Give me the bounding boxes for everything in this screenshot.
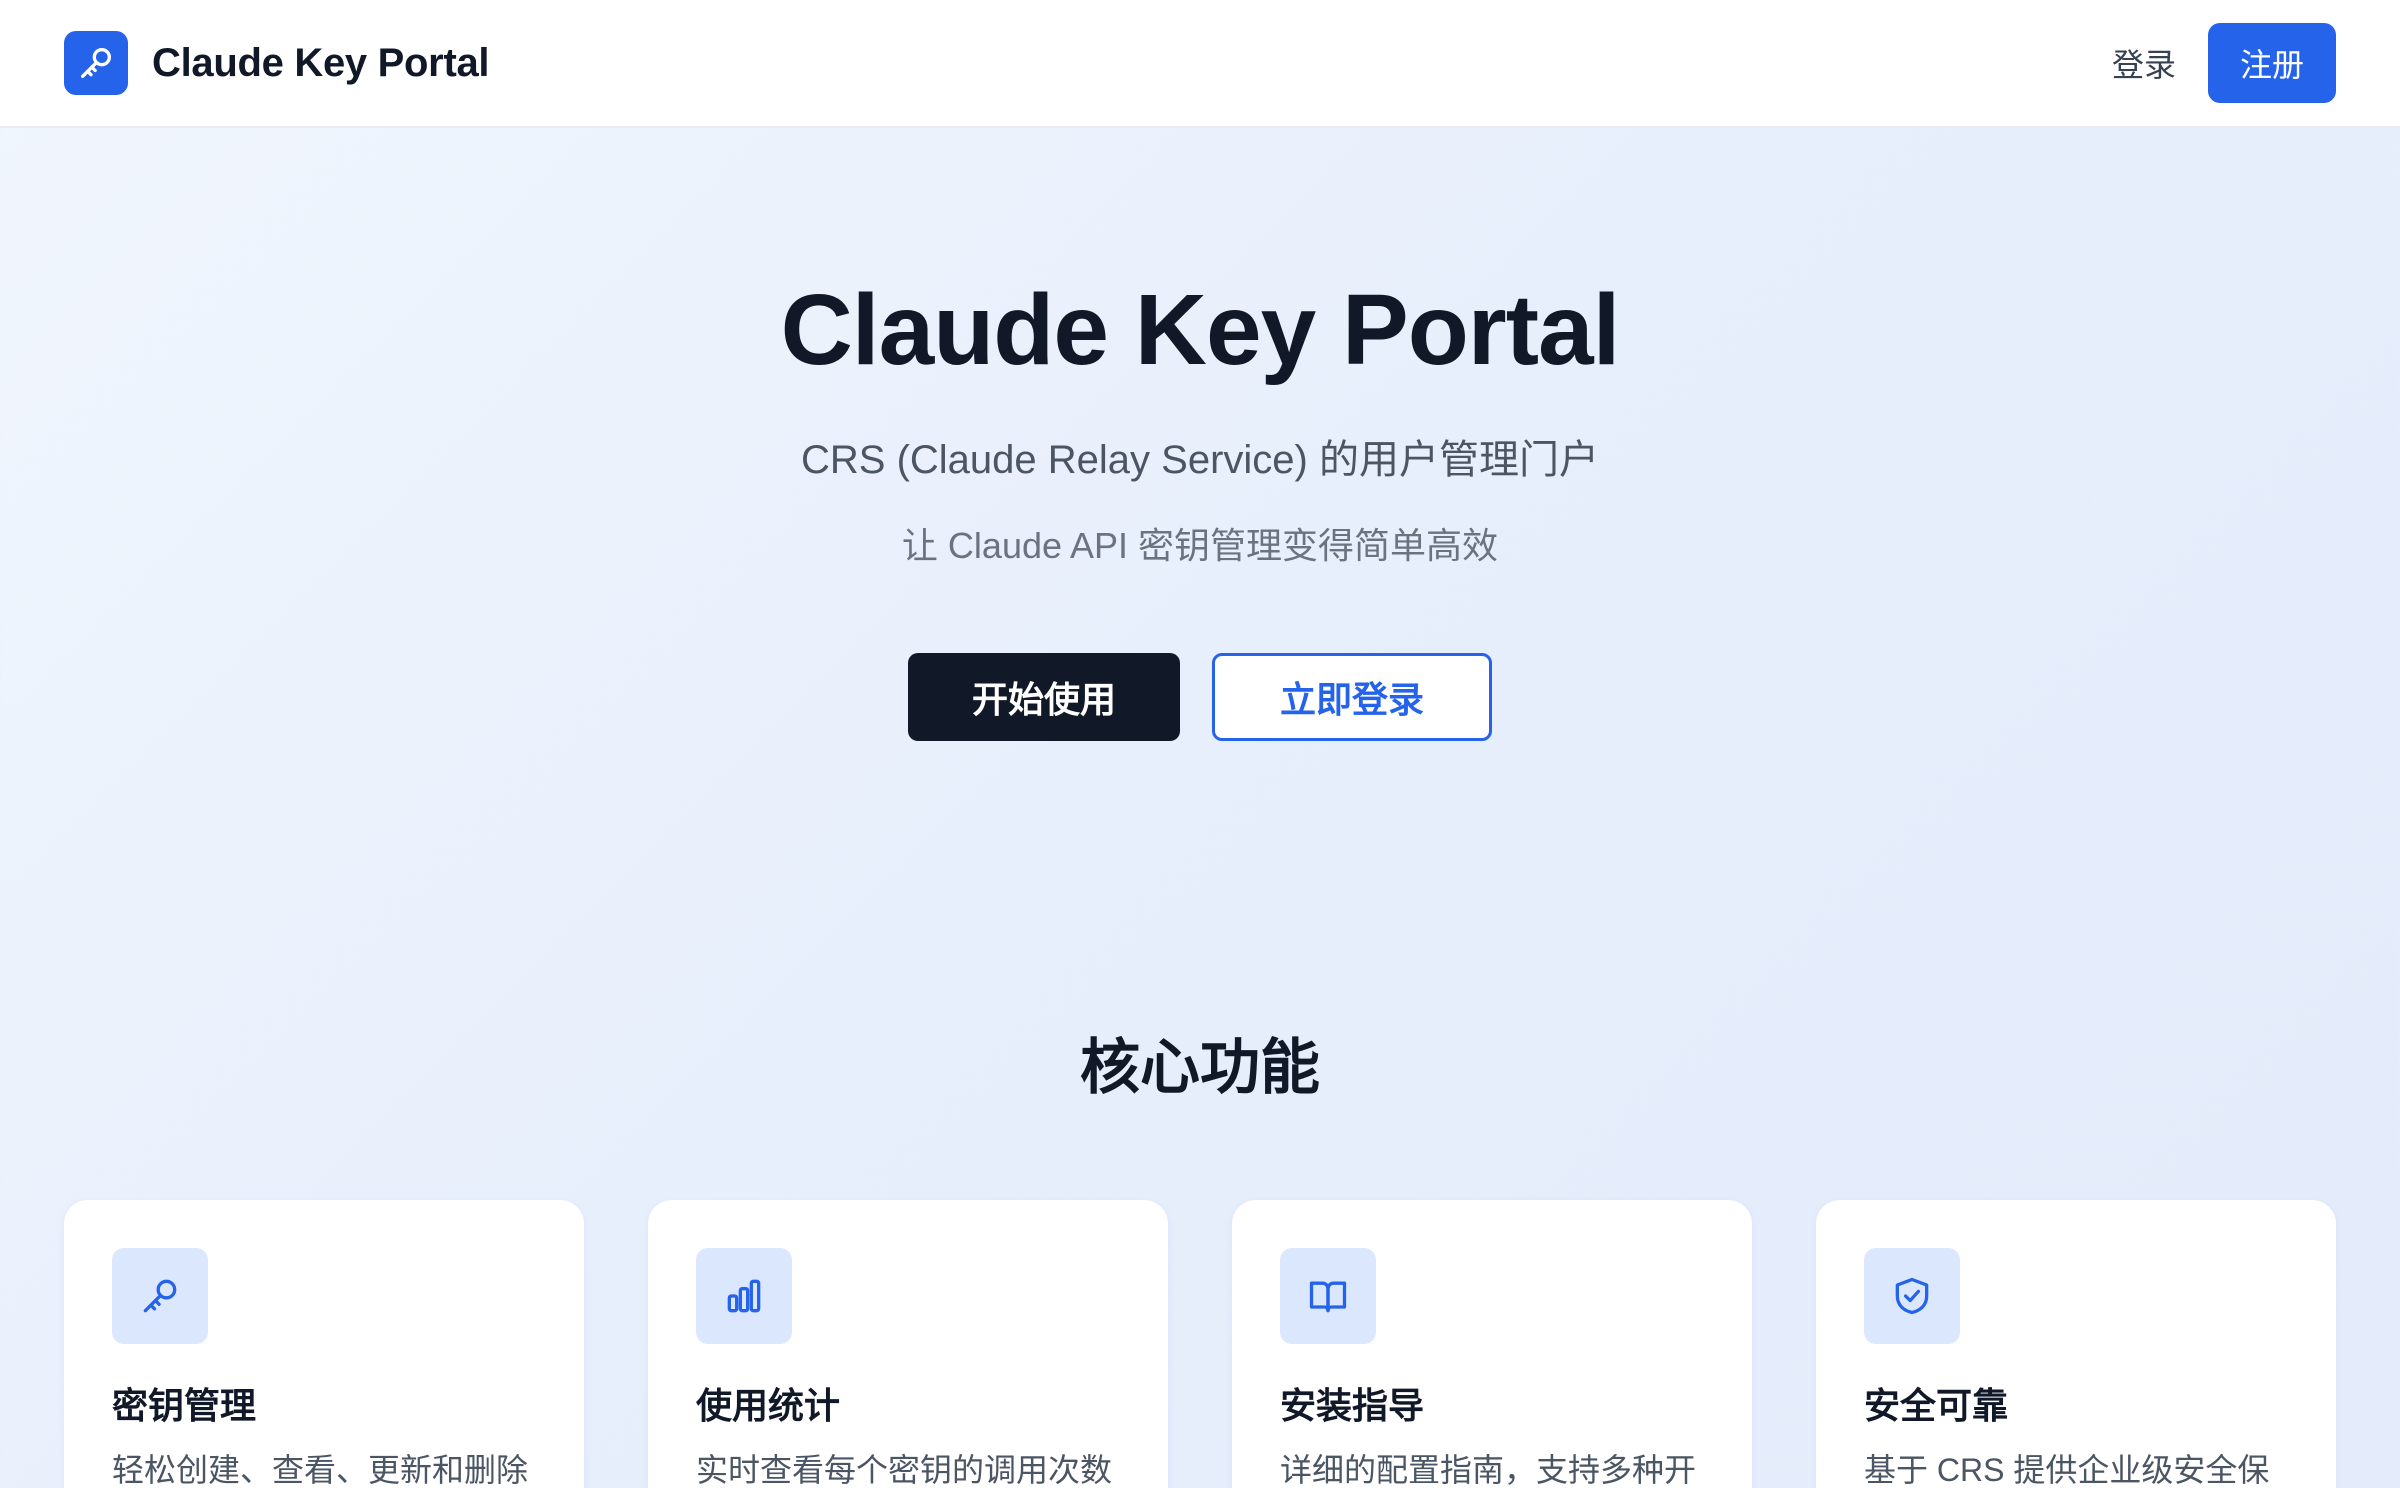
hero-title: Claude Key Portal — [780, 274, 1621, 386]
register-button[interactable]: 注册 — [2208, 23, 2336, 103]
features-heading: 核心功能 — [1080, 1034, 1320, 1101]
login-button[interactable]: 登录 — [2112, 40, 2176, 86]
bar-chart-icon — [727, 1279, 761, 1313]
book-icon — [1309, 1281, 1347, 1313]
feature-description: 基于 CRS 提供企业级安全保 — [1864, 1452, 2270, 1488]
feature-description: 实时查看每个密钥的调用次数 — [696, 1452, 1113, 1488]
brand-name: Claude Key Portal — [152, 40, 490, 85]
get-started-button[interactable]: 开始使用 — [908, 653, 1180, 742]
nav-actions: 登录 注册 — [2112, 23, 2336, 103]
key-icon — [143, 1279, 177, 1313]
feature-title: 使用统计 — [696, 1385, 841, 1426]
hero-tagline: 让 Claude API 密钥管理变得简单高效 — [901, 525, 1499, 566]
hero-section: Claude Key Portal CRS (Claude Relay Serv… — [0, 128, 2400, 742]
feature-icon-tile — [1864, 1248, 1960, 1344]
feature-card-security: 安全可靠 基于 CRS 提供企业级安全保 — [1816, 1200, 2336, 1488]
shield-check-icon — [1895, 1277, 1929, 1315]
feature-icon-tile — [112, 1248, 208, 1344]
feature-icon-tile — [1280, 1248, 1376, 1344]
brand[interactable]: Claude Key Portal — [64, 31, 490, 95]
feature-title: 安装指导 — [1280, 1385, 1425, 1426]
feature-card-key-management: 密钥管理 轻松创建、查看、更新和删除 — [64, 1200, 584, 1488]
login-now-button[interactable]: 立即登录 — [1212, 653, 1492, 742]
feature-card-install-guide: 安装指导 详细的配置指南，支持多种开 — [1232, 1200, 1752, 1488]
hero-buttons: 开始使用 立即登录 — [908, 653, 1492, 742]
features-grid: 密钥管理 轻松创建、查看、更新和删除 使用统计 实时查看每个密钥的调用次数 安装… — [64, 1200, 2336, 1488]
brand-logo — [64, 31, 128, 95]
feature-icon-tile — [696, 1248, 792, 1344]
feature-title: 安全可靠 — [1864, 1385, 2009, 1426]
key-icon — [81, 48, 112, 79]
hero-subtitle: CRS (Claude Relay Service) 的用户管理门户 — [801, 438, 1599, 482]
feature-card-usage-stats: 使用统计 实时查看每个密钥的调用次数 — [648, 1200, 1168, 1488]
feature-description: 轻松创建、查看、更新和删除 — [112, 1452, 529, 1488]
top-navbar: Claude Key Portal 登录 注册 — [0, 0, 2400, 128]
feature-description: 详细的配置指南，支持多种开 — [1280, 1452, 1697, 1488]
feature-title: 密钥管理 — [112, 1385, 257, 1426]
